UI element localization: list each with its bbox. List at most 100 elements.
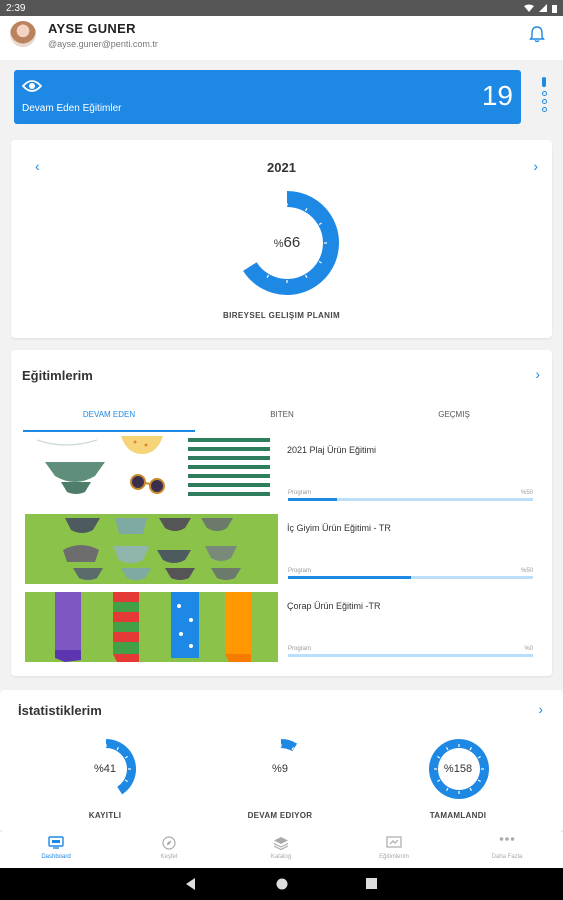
program-percent: %50	[520, 568, 533, 574]
bell-icon[interactable]	[529, 25, 545, 43]
stat-tamamlandi[interactable]: %158 TAMAMLANDI	[403, 738, 513, 828]
nav-katalog[interactable]: Katalog	[231, 836, 331, 860]
ring-tick	[259, 755, 263, 759]
stat-progress-arc	[280, 739, 298, 752]
nav-egitimlerim[interactable]: Eğitimlerim	[344, 836, 444, 860]
ring-tick	[92, 787, 96, 791]
nav-daha-fazla[interactable]: Daha Fazla	[457, 836, 557, 860]
nav-label: Eğitimlerim	[379, 854, 409, 860]
program-percent: %0	[524, 646, 533, 652]
status-time: 2:39	[6, 2, 26, 14]
ring-tick	[291, 787, 295, 791]
course-item[interactable]: Çorap Ürün Eğitimi -TR Program %0	[25, 592, 545, 662]
active-tab-indicator	[23, 430, 195, 432]
carousel-indicator[interactable]	[541, 77, 547, 115]
tab-devam-eden[interactable]: DEVAM EDEN	[49, 410, 169, 419]
ring-tick	[266, 208, 270, 212]
back-icon[interactable]	[186, 878, 196, 890]
plan-year: 2021	[267, 160, 296, 175]
stat-devam-ediyor[interactable]: %9 DEVAM EDIYOR	[225, 738, 335, 828]
nav-kesfet[interactable]: Keşfet	[119, 836, 219, 860]
wifi-icon	[524, 4, 534, 12]
nav-label: Keşfet	[160, 854, 178, 860]
stat-value: %9	[272, 763, 288, 775]
ring-tick	[299, 755, 303, 759]
my-trainings-card: Eğitimlerim › DEVAM EDEN BITEN GEÇMIŞ 20…	[11, 350, 552, 676]
banner-count: 19	[481, 80, 513, 111]
course-item[interactable]: 2021 Plaj Ürün Eğitimi Program %50	[25, 436, 545, 506]
carousel-dot[interactable]	[541, 91, 547, 96]
bottom-navigation: Dashboard Keşfet Katalog Eğitimlerim Dah…	[0, 832, 563, 868]
compass-icon	[162, 836, 176, 850]
trainings-title: Eğitimlerim	[22, 368, 93, 383]
program-label: Program	[288, 646, 312, 652]
course-name: İç Giyim Ürün Eğitimi - TR	[287, 523, 391, 533]
stat-value: %41	[93, 763, 117, 775]
course-name: Çorap Ürün Eğitimi -TR	[287, 601, 381, 611]
course-name: 2021 Plaj Ürün Eğitimi	[287, 445, 377, 455]
program-percent: %50	[520, 490, 533, 496]
program-label: Program	[288, 568, 312, 574]
eye-icon	[22, 80, 42, 92]
stat-label: DEVAM EDIYOR	[247, 811, 313, 820]
next-year-chevron-icon[interactable]: ›	[533, 158, 538, 174]
system-navigation-bar	[0, 868, 563, 900]
plan-percent: %66	[273, 234, 301, 251]
signal-icon	[539, 4, 547, 12]
tab-biten[interactable]: BITEN	[222, 410, 342, 419]
nav-label: Daha Fazla	[491, 854, 523, 860]
status-bar: 2:39	[0, 0, 563, 16]
ring-tick	[267, 747, 271, 751]
dashboard-icon	[48, 836, 64, 849]
plan-caption: BIREYSEL GELIŞIM PLANIM	[222, 311, 341, 320]
nav-label: Katalog	[270, 854, 292, 860]
trainings-icon	[386, 836, 402, 848]
stat-value: %158	[443, 763, 473, 775]
underwear-course-thumbnail	[25, 514, 278, 584]
trainings-more-chevron-icon[interactable]: ›	[535, 366, 540, 382]
ring-tick	[84, 779, 88, 783]
statistics-title: İstatistiklerim	[18, 703, 102, 718]
nav-label: Dashboard	[41, 854, 71, 860]
ring-tick	[267, 787, 271, 791]
course-item[interactable]: İç Giyim Ürün Eğitimi - TR Program %50	[25, 514, 545, 584]
user-name: AYSE GUNER	[48, 21, 136, 36]
ring-tick	[259, 779, 263, 783]
recents-icon[interactable]	[366, 878, 377, 889]
layers-icon	[273, 837, 289, 850]
program-label: Program	[288, 490, 312, 496]
ring-tick	[92, 747, 96, 751]
carousel-dot[interactable]	[541, 99, 547, 104]
ring-tick	[252, 222, 256, 226]
ring-tick	[116, 787, 120, 791]
course-progress-fill	[288, 498, 337, 501]
tab-gecmis[interactable]: GEÇMIŞ	[394, 410, 514, 419]
course-progress-bar	[288, 654, 533, 657]
app-header: AYSE GUNER @ayse.guner@penti.com.tr	[0, 16, 563, 60]
socks-course-thumbnail	[25, 592, 278, 662]
status-icons	[524, 4, 557, 13]
stat-kayitli[interactable]: %41 KAYITLI	[50, 738, 160, 828]
more-icon	[499, 837, 515, 841]
stat-label: TAMAMLANDI	[429, 811, 487, 820]
statistics-more-chevron-icon[interactable]: ›	[538, 701, 543, 717]
avatar[interactable]	[10, 21, 36, 47]
ongoing-trainings-banner[interactable]: Devam Eden Eğitimler 19	[14, 70, 521, 124]
user-email: @ayse.guner@penti.com.tr	[48, 39, 158, 49]
carousel-dot[interactable]	[541, 107, 547, 112]
stat-label: KAYITLI	[88, 811, 122, 820]
development-plan-card: ‹ 2021 › %66 BIREYSEL GELIŞIM PLANIM	[11, 140, 552, 338]
statistics-section: İstatistiklerim › %41 KAYITLI %9 DEVAM E…	[0, 690, 563, 832]
course-progress-bar	[288, 576, 533, 579]
battery-icon	[552, 4, 557, 13]
home-icon[interactable]	[276, 878, 288, 890]
beach-course-thumbnail	[25, 436, 278, 506]
trainings-tabs: DEVAM EDEN BITEN GEÇMIŞ	[23, 410, 543, 432]
banner-label: Devam Eden Eğitimler	[22, 103, 122, 114]
ring-tick	[299, 779, 303, 783]
nav-dashboard[interactable]: Dashboard	[6, 836, 106, 860]
ring-tick	[252, 260, 256, 264]
course-progress-bar	[288, 498, 533, 501]
ring-tick	[84, 755, 88, 759]
course-progress-fill	[288, 576, 411, 579]
